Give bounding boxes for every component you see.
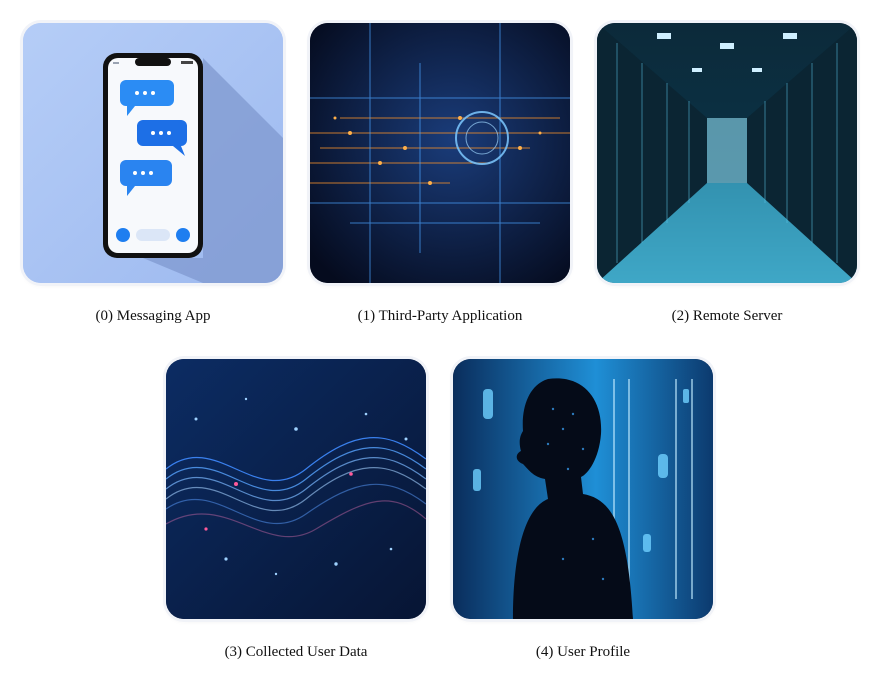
caption-third-party-application: (1) Third-Party Application xyxy=(357,308,523,324)
data-wave-icon xyxy=(166,359,426,619)
panel-messaging-app xyxy=(23,23,283,283)
panel-third-party-application xyxy=(310,23,570,283)
panel-collected-user-data xyxy=(166,359,426,619)
digital-person-silhouette-icon xyxy=(453,359,713,619)
circuit-board-icon xyxy=(310,23,570,283)
smartphone-chat-icon xyxy=(23,23,283,283)
caption-user-profile: (4) User Profile xyxy=(535,644,631,660)
caption-collected-user-data: (3) Collected User Data xyxy=(224,644,368,660)
caption-messaging-app: (0) Messaging App xyxy=(95,308,211,324)
server-room-icon xyxy=(597,23,857,283)
panel-user-profile xyxy=(453,359,713,619)
caption-remote-server: (2) Remote Server xyxy=(671,308,783,324)
panel-remote-server xyxy=(597,23,857,283)
